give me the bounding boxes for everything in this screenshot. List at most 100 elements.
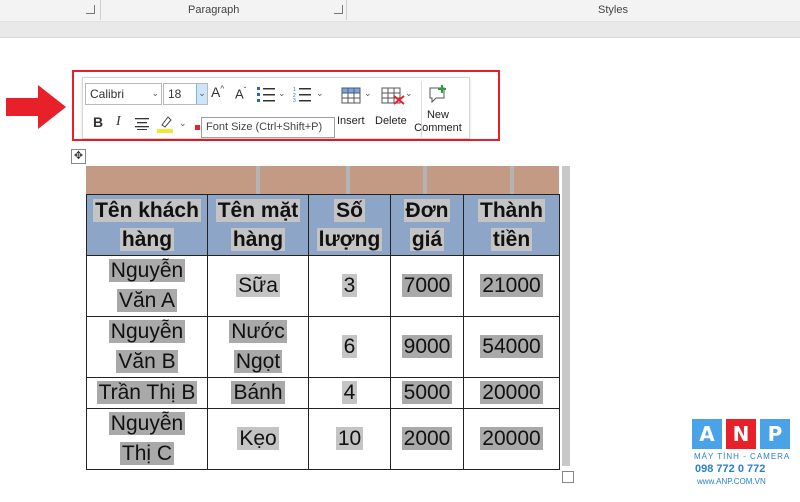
shrink-font-icon: A — [235, 86, 244, 102]
header-price[interactable]: Đơn giá — [390, 194, 464, 256]
header-text: Tên khách — [93, 199, 201, 222]
logo-phone: 098 772 0 772 — [695, 463, 766, 475]
cell-text: 2000 — [401, 427, 453, 450]
cell-text: Nguyễn — [108, 320, 186, 343]
font-color-icon[interactable] — [195, 125, 200, 130]
logo-tagline: MÁY TÍNH - CAMERA — [694, 452, 791, 461]
align-center-icon[interactable] — [135, 117, 149, 130]
table-selected-row — [86, 166, 559, 194]
header-customer[interactable]: Tên khách hàng — [86, 194, 208, 256]
cell-product[interactable]: Kẹo — [207, 408, 309, 470]
numbering-icon[interactable]: 1 2 3 — [293, 86, 311, 102]
bold-button[interactable]: B — [93, 114, 103, 130]
paragraph-dialog-launcher-icon[interactable] — [334, 5, 343, 14]
logo-letter-a: A — [692, 419, 722, 449]
font-size-tooltip: Font Size (Ctrl+Shift+P) — [201, 117, 335, 138]
cell-product[interactable]: Nước Ngọt — [207, 316, 309, 378]
cell-product[interactable]: Bánh — [207, 377, 309, 409]
logo-letter-p: P — [760, 419, 790, 449]
row-gap — [346, 166, 350, 194]
cell-quantity[interactable]: 4 — [308, 377, 391, 409]
row-gap — [256, 166, 260, 194]
table-row: Nguyễn Văn B Nước Ngọt 6 9000 54000 — [86, 316, 560, 378]
new-comment-icon[interactable] — [428, 84, 448, 104]
cell-total[interactable]: 21000 — [463, 255, 560, 317]
header-product[interactable]: Tên mặt hàng — [207, 194, 309, 256]
cell-text: Văn A — [116, 289, 178, 312]
svg-text:3: 3 — [293, 98, 296, 102]
cell-text: 10 — [335, 427, 364, 450]
italic-button[interactable]: I — [116, 114, 121, 130]
cell-quantity[interactable]: 3 — [308, 255, 391, 317]
cell-total[interactable]: 20000 — [463, 377, 560, 409]
cell-text: 20000 — [480, 427, 543, 450]
insert-label[interactable]: Insert — [337, 115, 365, 128]
ribbon-group-labels: Paragraph Styles — [0, 0, 800, 22]
shrink-font-button[interactable]: Aˇ — [235, 86, 246, 101]
cell-text: Trần Thị B — [96, 381, 198, 404]
cell-price[interactable]: 5000 — [390, 377, 464, 409]
ribbon-separator — [100, 0, 101, 20]
delete-table-icon[interactable] — [381, 85, 405, 105]
cell-price[interactable]: 7000 — [390, 255, 464, 317]
cell-total[interactable]: 20000 — [463, 408, 560, 470]
bullets-icon[interactable] — [257, 86, 275, 102]
ribbon-separator — [346, 0, 347, 20]
font-dialog-launcher-icon[interactable] — [86, 5, 95, 14]
cell-price[interactable]: 9000 — [390, 316, 464, 378]
chevron-down-icon: ⌄ — [196, 84, 207, 104]
header-quantity[interactable]: Số lượng — [308, 194, 391, 256]
table-row: Trần Thị B Bánh 4 5000 20000 — [86, 377, 560, 409]
grow-font-icon: A — [211, 84, 221, 100]
cell-text: 3 — [341, 274, 358, 297]
cell-text: Văn B — [116, 350, 178, 373]
cell-text: Sữa — [236, 274, 280, 297]
header-total[interactable]: Thành tiền — [463, 194, 560, 256]
cell-text: Nguyễn — [108, 259, 186, 282]
font-name-value: Calibri — [90, 87, 125, 101]
logo-letter-n: N — [726, 419, 756, 449]
cell-customer[interactable]: Trần Thị B — [86, 377, 208, 409]
cell-text: Kẹo — [237, 427, 279, 450]
new-comment-label[interactable]: New Comment — [413, 109, 463, 135]
table-resize-handle[interactable] — [562, 471, 574, 483]
row-gap — [510, 166, 514, 194]
cell-price[interactable]: 2000 — [390, 408, 464, 470]
chevron-down-icon[interactable]: ⌄ — [316, 88, 324, 99]
highlighter-icon[interactable] — [157, 115, 175, 133]
delete-label[interactable]: Delete — [375, 115, 407, 128]
ribbon-bottom-band — [0, 22, 800, 38]
font-size-value: 18 — [168, 87, 182, 101]
cell-quantity[interactable]: 10 — [308, 408, 391, 470]
order-table: Tên khách hàng Tên mặt hàng Số lượng Đơn… — [86, 194, 560, 470]
cell-text: Thị C — [119, 442, 175, 465]
cell-total[interactable]: 54000 — [463, 316, 560, 378]
table-move-handle-icon[interactable]: ✥ — [71, 149, 86, 164]
cell-text: 20000 — [480, 381, 543, 404]
header-text: giá — [409, 228, 445, 251]
cell-customer[interactable]: Nguyễn Văn A — [86, 255, 208, 317]
grow-font-button[interactable]: A^ — [211, 84, 224, 100]
cell-product[interactable]: Sữa — [207, 255, 309, 317]
header-text: lượng — [316, 228, 383, 251]
anp-logo: A N P MÁY TÍNH - CAMERA 098 772 0 772 ww… — [692, 419, 794, 497]
chevron-down-icon[interactable]: ⌄ — [364, 88, 372, 99]
new-comment-label-line1: New — [426, 109, 449, 121]
chevron-down-icon[interactable]: ⌄ — [405, 88, 413, 99]
cell-quantity[interactable]: 6 — [308, 316, 391, 378]
cell-customer[interactable]: Nguyễn Thị C — [86, 408, 208, 470]
cell-text: Nguyễn — [108, 412, 186, 435]
chevron-down-icon: ⌄ — [151, 88, 159, 98]
font-name-combo[interactable]: Calibri ⌄ — [85, 83, 162, 105]
cell-text: 54000 — [480, 335, 543, 358]
table-row: Nguyễn Thị C Kẹo 10 2000 20000 — [86, 408, 560, 470]
cell-text: 9000 — [401, 335, 453, 358]
cell-text: Bánh — [231, 381, 285, 404]
font-size-combo[interactable]: 18 ⌄ — [163, 83, 208, 105]
paragraph-group-label: Paragraph — [188, 4, 240, 16]
cell-customer[interactable]: Nguyễn Văn B — [86, 316, 208, 378]
chevron-down-icon[interactable]: ⌄ — [179, 118, 187, 129]
chevron-down-icon[interactable]: ⌄ — [278, 88, 286, 99]
insert-table-icon[interactable] — [341, 85, 363, 105]
cell-text: 21000 — [480, 274, 543, 297]
